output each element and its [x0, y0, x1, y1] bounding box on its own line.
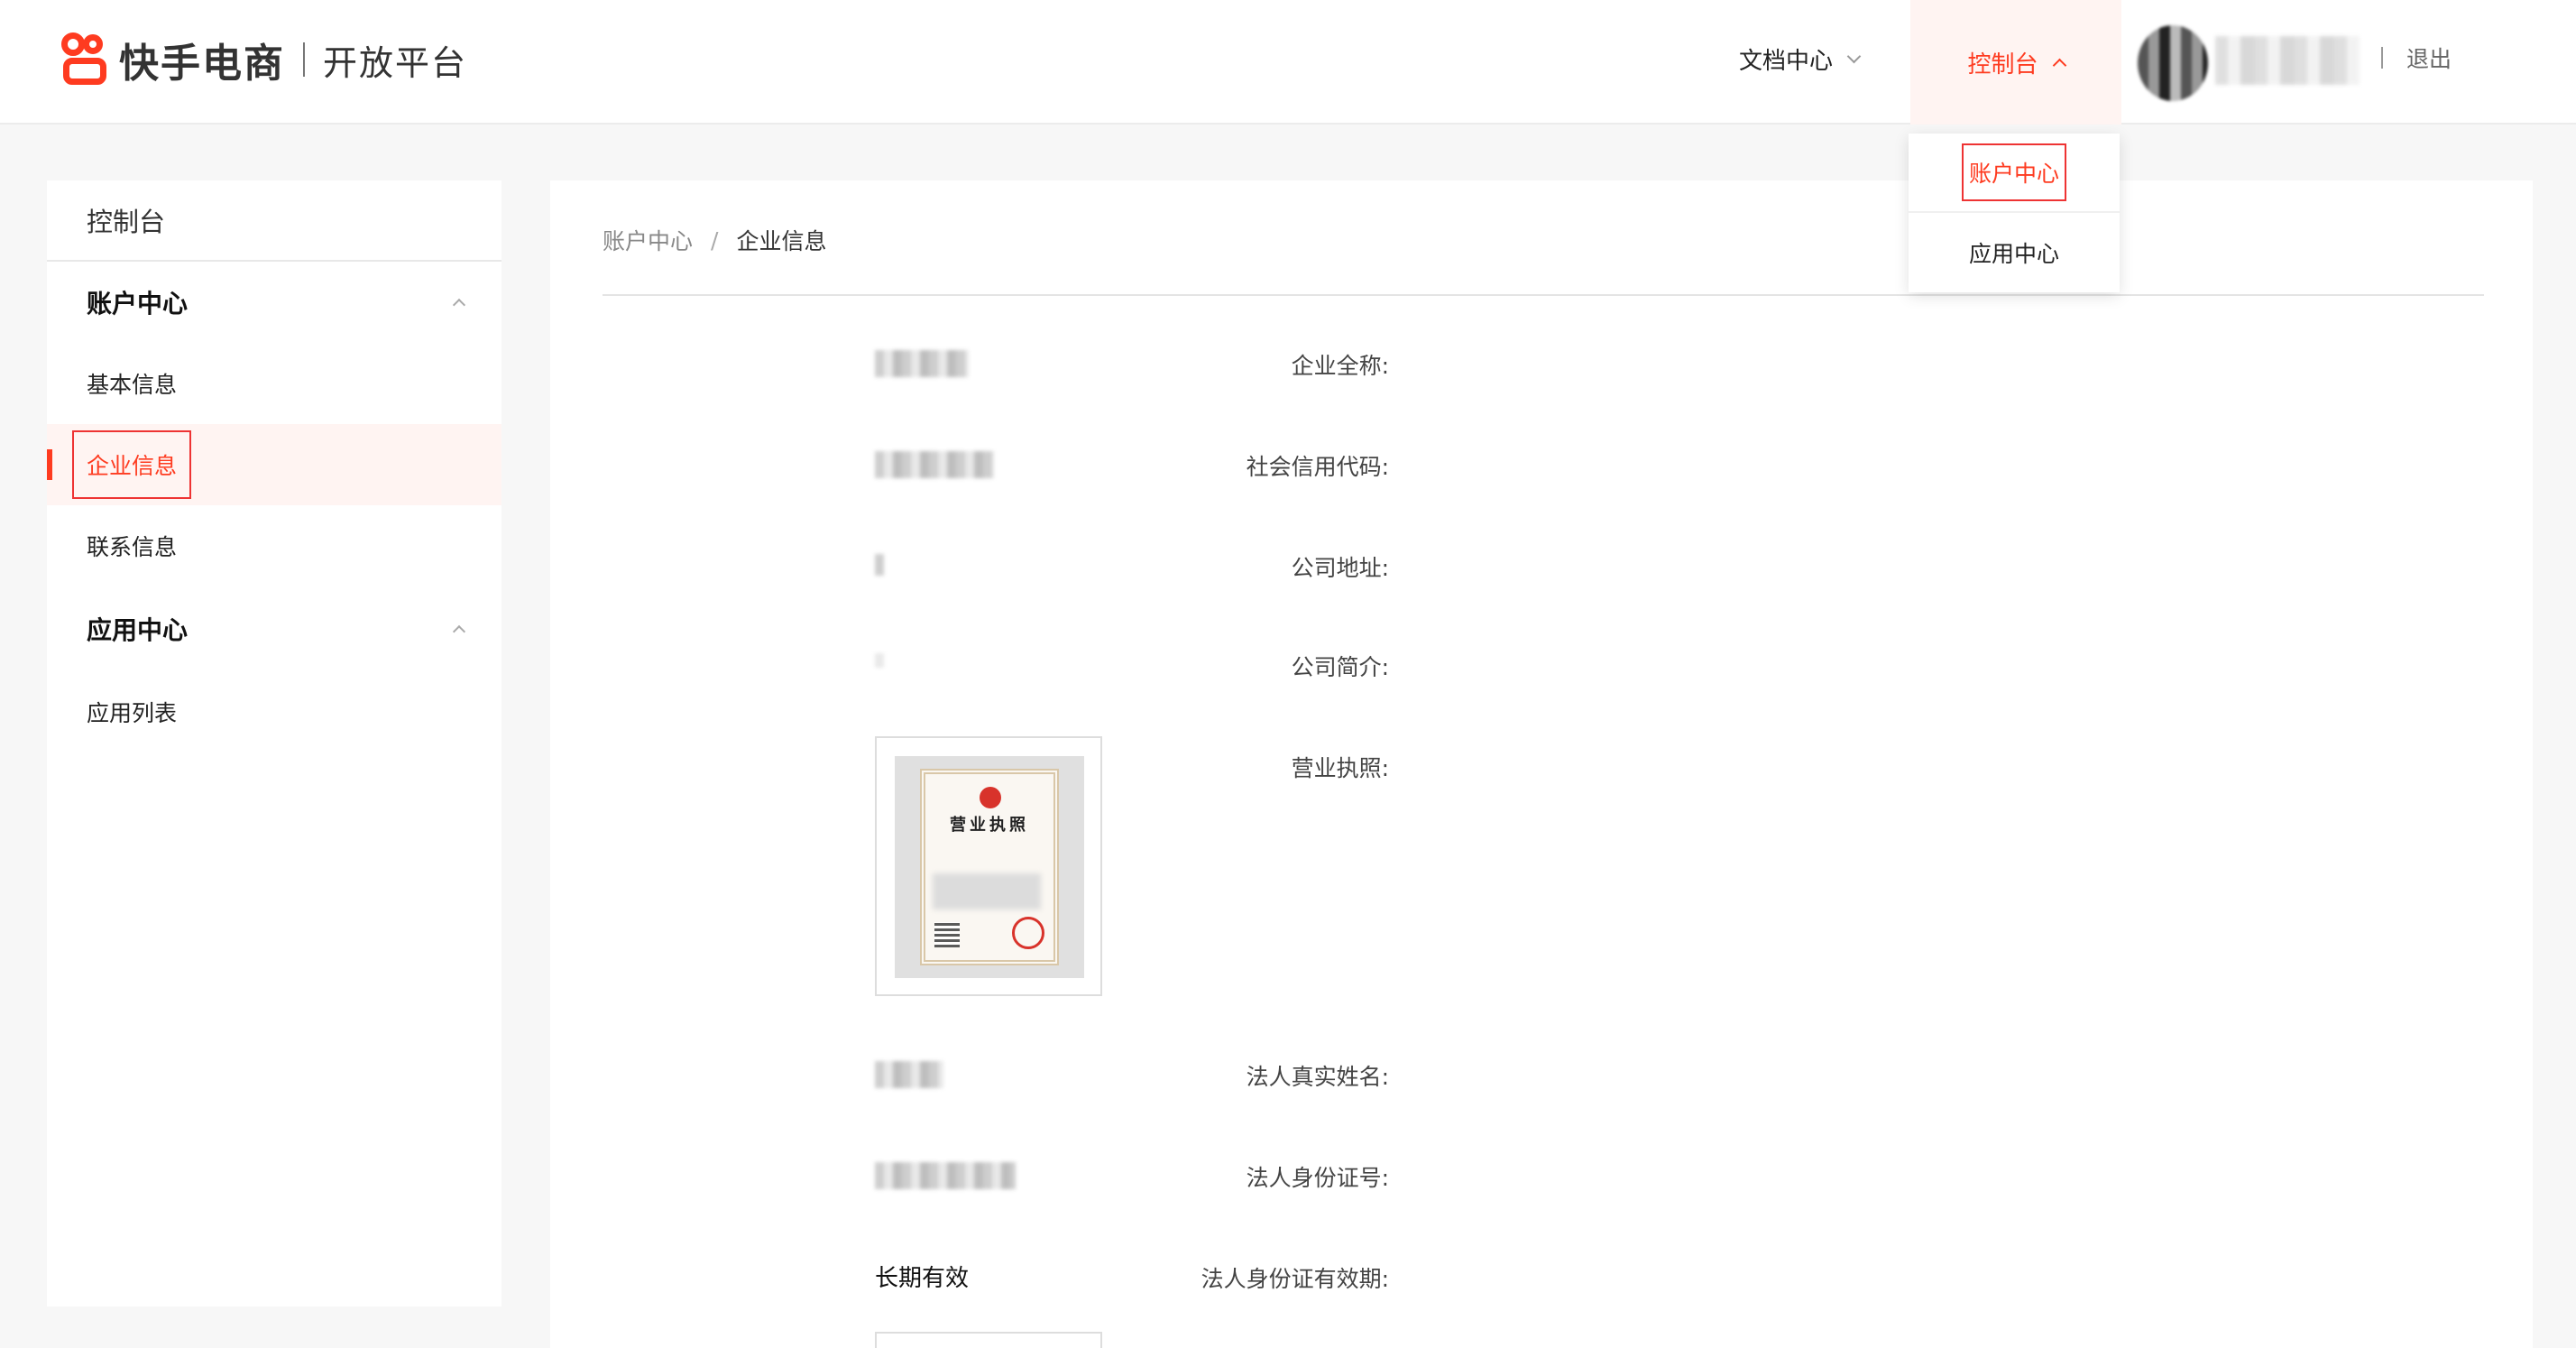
sidebar-group-label: 账户中心	[87, 289, 189, 319]
sidebar-item-basic-info[interactable]: 基本信息	[47, 343, 501, 424]
brand-name: 快手电商	[119, 41, 285, 87]
label-company-intro: 公司简介:	[1291, 654, 1389, 680]
breadcrumb: 账户中心 / 企业信息	[603, 222, 826, 258]
value-intro-redacted	[875, 653, 884, 668]
value-company-name-redacted	[875, 350, 969, 377]
sidebar-item-label: 基本信息	[87, 372, 178, 398]
nav-docs-center[interactable]: 文档中心	[1739, 36, 1862, 81]
sidebar-group-app-center[interactable]: 应用中心	[47, 588, 501, 669]
label-legal-id: 法人身份证号:	[1246, 1165, 1389, 1191]
sidebar-group-account-center[interactable]: 账户中心	[47, 262, 501, 343]
dropdown-item-app-center[interactable]: 应用中心	[1909, 213, 2120, 292]
official-seal-icon	[1012, 917, 1044, 949]
console-dropdown-menu: 账户中心 应用中心	[1909, 134, 2120, 292]
sidebar-item-company-info[interactable]: 企业信息	[47, 424, 501, 505]
main-content: 账户中心 / 企业信息 企业全称: 社会信用代码: 公司地址: 公司简介: 营业…	[550, 180, 2533, 1348]
breadcrumb-parent[interactable]: 账户中心	[603, 224, 693, 256]
header-divider	[2381, 47, 2383, 69]
sidebar: 控制台 账户中心 基本信息 企业信息 联系信息 应用中心 应用列表	[47, 180, 501, 1306]
logo-divider	[303, 42, 305, 77]
dropdown-item-label: 应用中心	[1968, 241, 2059, 267]
user-name-redacted	[2215, 36, 2360, 85]
chevron-down-icon	[1846, 49, 1862, 63]
value-legal-id-redacted	[875, 1162, 1016, 1189]
platform-name: 开放平台	[323, 42, 468, 83]
nav-console-label: 控制台	[1967, 51, 2038, 78]
logout-link[interactable]: 退出	[2406, 42, 2452, 74]
business-license-image[interactable]: 营业执照	[875, 736, 1102, 996]
breadcrumb-current: 企业信息	[736, 228, 827, 254]
sidebar-item-label: 应用列表	[87, 700, 178, 726]
chevron-up-icon	[2052, 58, 2066, 72]
nav-console[interactable]: 控制台	[1910, 0, 2121, 125]
user-avatar[interactable]	[2138, 25, 2208, 101]
dropdown-item-label: 账户中心	[1961, 143, 2066, 201]
kuaishou-logo-icon	[60, 32, 110, 87]
top-header: 快手电商 开放平台 文档中心 控制台 退出	[0, 0, 2576, 125]
national-emblem-icon	[980, 787, 1001, 808]
label-credit-code: 社会信用代码:	[1246, 454, 1389, 480]
chevron-up-icon	[452, 298, 466, 312]
id-card-image-partial[interactable]	[875, 1332, 1102, 1348]
label-company-address: 公司地址:	[1291, 555, 1389, 581]
license-details-redacted	[933, 873, 1041, 909]
license-title: 营业执照	[950, 816, 1029, 835]
breadcrumb-separator: /	[711, 226, 719, 254]
sidebar-item-contact-info[interactable]: 联系信息	[47, 505, 501, 586]
value-id-validity: 长期有效	[875, 1265, 970, 1292]
value-legal-name-redacted	[875, 1061, 943, 1088]
sidebar-item-label: 联系信息	[87, 534, 178, 560]
chevron-up-icon	[452, 624, 466, 639]
license-document: 营业执照	[895, 756, 1084, 978]
content-divider	[603, 294, 2484, 296]
label-id-validity: 法人身份证有效期:	[1201, 1266, 1389, 1292]
label-business-license: 营业执照:	[1291, 755, 1389, 781]
sidebar-title: 控制台	[47, 180, 501, 262]
label-legal-name: 法人真实姓名:	[1246, 1064, 1389, 1090]
label-company-name: 企业全称:	[1291, 353, 1389, 379]
active-indicator	[47, 449, 52, 480]
sidebar-item-label: 企业信息	[72, 430, 192, 499]
sidebar-item-app-list[interactable]: 应用列表	[47, 671, 501, 752]
qr-code-icon	[934, 922, 960, 947]
value-credit-code-redacted	[875, 451, 994, 478]
nav-docs-label: 文档中心	[1739, 47, 1834, 75]
sidebar-group-label: 应用中心	[87, 615, 189, 645]
value-address-redacted	[875, 554, 884, 576]
dropdown-item-account-center[interactable]: 账户中心	[1909, 134, 2120, 213]
brand-logo[interactable]: 快手电商 开放平台	[60, 31, 467, 88]
